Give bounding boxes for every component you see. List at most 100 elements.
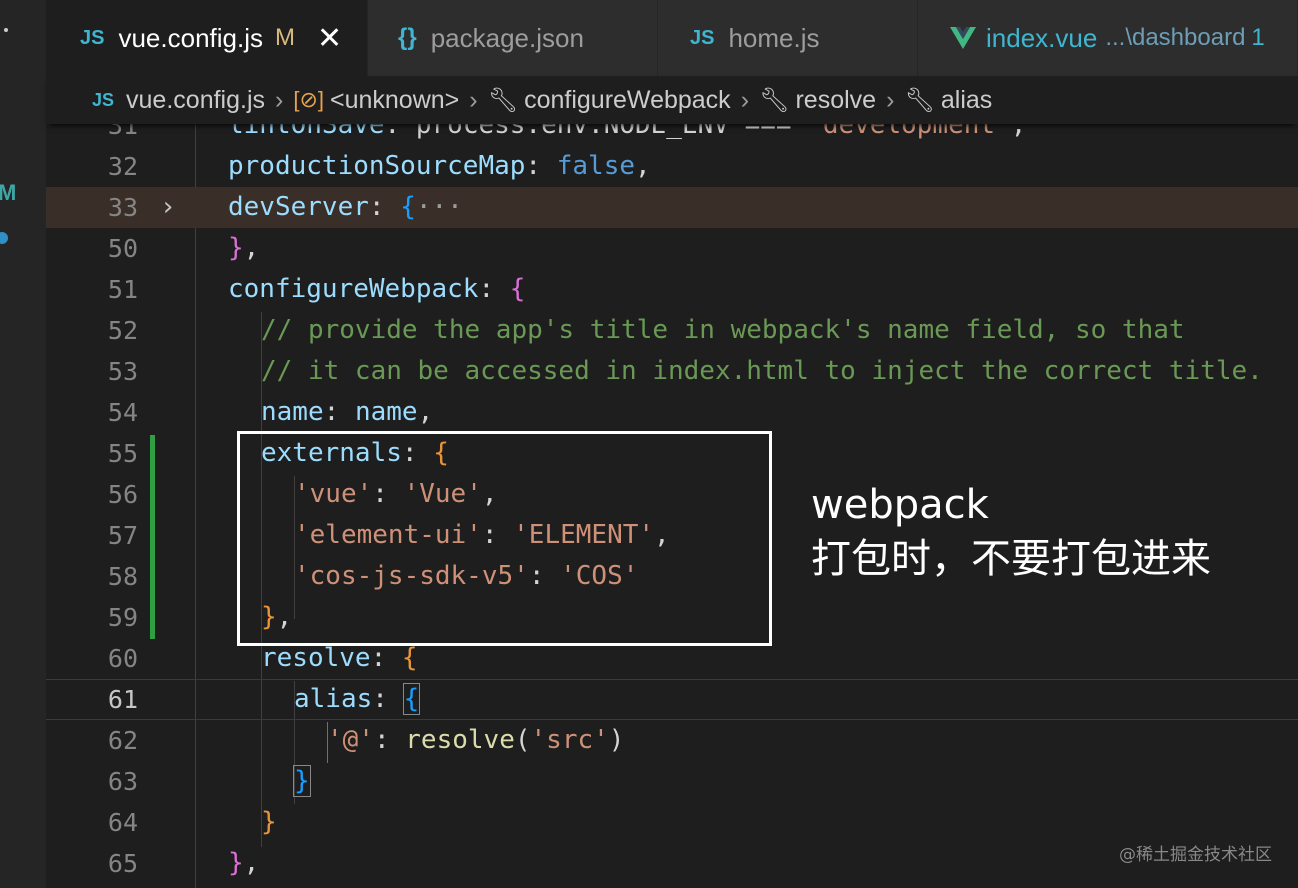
- line-number: 50: [107, 234, 138, 263]
- chevron-right-icon: ›: [275, 85, 284, 114]
- code-token: alias: [294, 684, 373, 714]
- wrench-property-icon: 🔧︎: [487, 86, 519, 114]
- tab-index-vue[interactable]: index.vue ...\dashboard 1: [918, 0, 1298, 76]
- code-line: 63 }: [46, 761, 1298, 802]
- line-number: 62: [107, 726, 138, 755]
- code-token: {: [400, 192, 416, 222]
- fold-chevron-icon[interactable]: ›: [160, 187, 176, 228]
- wrench-property-icon: 🔧︎: [759, 86, 790, 114]
- code-token: :: [370, 643, 402, 673]
- line-number: 61: [107, 685, 138, 714]
- tab-label: package.json: [430, 22, 584, 53]
- chevron-right-icon: ›: [886, 85, 895, 114]
- more-dot-icon[interactable]: [4, 28, 8, 32]
- code-token-matched-bracket: }: [293, 765, 311, 797]
- folded-ellipsis[interactable]: ···: [416, 192, 463, 222]
- code-token: ,: [417, 397, 434, 427]
- line-number: 64: [107, 808, 138, 837]
- editor-tab-bar: JS vue.config.js M ✕ {} package.json JS …: [46, 0, 1298, 76]
- code-token: lintOnSave: [228, 124, 385, 140]
- vue-file-icon: [950, 27, 976, 49]
- chevron-right-icon: ›: [740, 85, 750, 114]
- line-number: 55: [107, 439, 138, 468]
- line-number: 58: [107, 562, 138, 591]
- tab-label: home.js: [728, 22, 820, 53]
- code-token: ,: [243, 233, 260, 263]
- line-number: 51: [107, 275, 138, 304]
- code-token: resolve: [261, 643, 371, 673]
- code-line: 65 },: [46, 843, 1298, 884]
- breadcrumb-item-configure-webpack[interactable]: configureWebpack: [524, 86, 731, 115]
- code-token: :: [525, 151, 557, 181]
- code-token: :: [372, 684, 404, 714]
- code-token: 'src': [530, 725, 609, 755]
- javascript-file-icon: JS: [92, 89, 115, 110]
- wrench-property-icon: 🔧︎: [904, 86, 935, 114]
- code-token: :: [373, 725, 406, 755]
- tab-home-js[interactable]: JS home.js: [658, 0, 918, 76]
- json-file-icon: {}: [398, 24, 417, 51]
- line-number: 53: [107, 357, 138, 386]
- code-comment: // it can be accessed in index.html to i…: [261, 356, 1263, 386]
- javascript-file-icon: JS: [80, 26, 105, 49]
- code-line: 31 lintOnSave: process.env.NODE_ENV === …: [46, 124, 1298, 146]
- line-number: 65: [107, 849, 138, 878]
- code-token-matched-bracket: {: [402, 683, 421, 715]
- code-line: 64 }: [46, 802, 1298, 843]
- breadcrumb-item-alias[interactable]: alias: [941, 86, 992, 115]
- watermark: @稀土掘金技术社区: [1119, 845, 1272, 865]
- code-line: 51 configureWebpack: {: [46, 269, 1298, 310]
- line-number: 54: [107, 398, 138, 427]
- annotation-line-2: 打包时，不要打包进来: [811, 536, 1211, 582]
- tab-vue-config-js[interactable]: JS vue.config.js M ✕: [46, 0, 368, 76]
- code-token: {: [401, 643, 418, 673]
- code-token: ,: [635, 151, 651, 181]
- code-token: }: [228, 848, 244, 878]
- code-token: (: [514, 725, 531, 755]
- code-token: ,: [1010, 124, 1027, 140]
- close-tab-icon[interactable]: ✕: [317, 21, 342, 56]
- annotation-note: webpack 打包时，不要打包进来: [811, 478, 1211, 586]
- line-number: 57: [107, 521, 138, 550]
- line-number: 59: [107, 603, 138, 632]
- line-number: 31: [107, 124, 138, 140]
- code-token: name: [261, 397, 324, 427]
- line-number: 52: [107, 316, 138, 345]
- code-comment: // provide the app's title in webpack's …: [261, 315, 1185, 345]
- code-token: :: [323, 397, 355, 427]
- line-number: 60: [107, 644, 138, 673]
- code-token: 'development': [807, 124, 1011, 140]
- tab-label: vue.config.js: [118, 22, 263, 53]
- variable-symbol-icon: [⊘]: [293, 87, 324, 112]
- code-line: 53 // it can be accessed in index.html t…: [46, 351, 1298, 392]
- line-number: 32: [107, 152, 138, 181]
- line-number: 56: [107, 480, 138, 509]
- code-line: 52 // provide the app's title in webpack…: [46, 310, 1298, 351]
- breadcrumb-item-file[interactable]: vue.config.js: [126, 86, 265, 115]
- code-line-folded: 33 › devServer: {···: [46, 187, 1298, 228]
- code-token: {: [509, 274, 526, 304]
- modified-indicator: M: [275, 24, 295, 51]
- problem-count-badge: 1: [1251, 24, 1265, 51]
- line-number: 33: [107, 193, 138, 222]
- breadcrumb-item-unknown[interactable]: <unknown>: [330, 86, 459, 115]
- code-token: false: [556, 151, 636, 181]
- code-token: ,: [243, 848, 260, 878]
- code-token: : process.env.NODE_ENV ===: [384, 124, 808, 140]
- chevron-right-icon: ›: [469, 85, 478, 114]
- code-token: :: [478, 274, 510, 304]
- tab-package-json[interactable]: {} package.json: [368, 0, 658, 76]
- code-line: 50 },: [46, 228, 1298, 269]
- breadcrumb-item-resolve[interactable]: resolve: [795, 86, 876, 115]
- code-token: productionSourceMap: [228, 151, 526, 181]
- code-line: 62 '@': resolve('src'): [46, 720, 1298, 761]
- breadcrumb: JS vue.config.js › [⊘] <unknown> › 🔧︎ co…: [46, 76, 1298, 124]
- status-dot-icon: [0, 232, 8, 244]
- code-token: ): [608, 725, 625, 755]
- code-token: '@': [327, 725, 374, 755]
- code-line-current: 61 alias: {: [46, 679, 1298, 720]
- line-number: 63: [107, 767, 138, 796]
- activity-bar: M: [0, 0, 46, 888]
- annotation-line-1: webpack: [811, 482, 989, 528]
- code-token: }: [261, 807, 277, 837]
